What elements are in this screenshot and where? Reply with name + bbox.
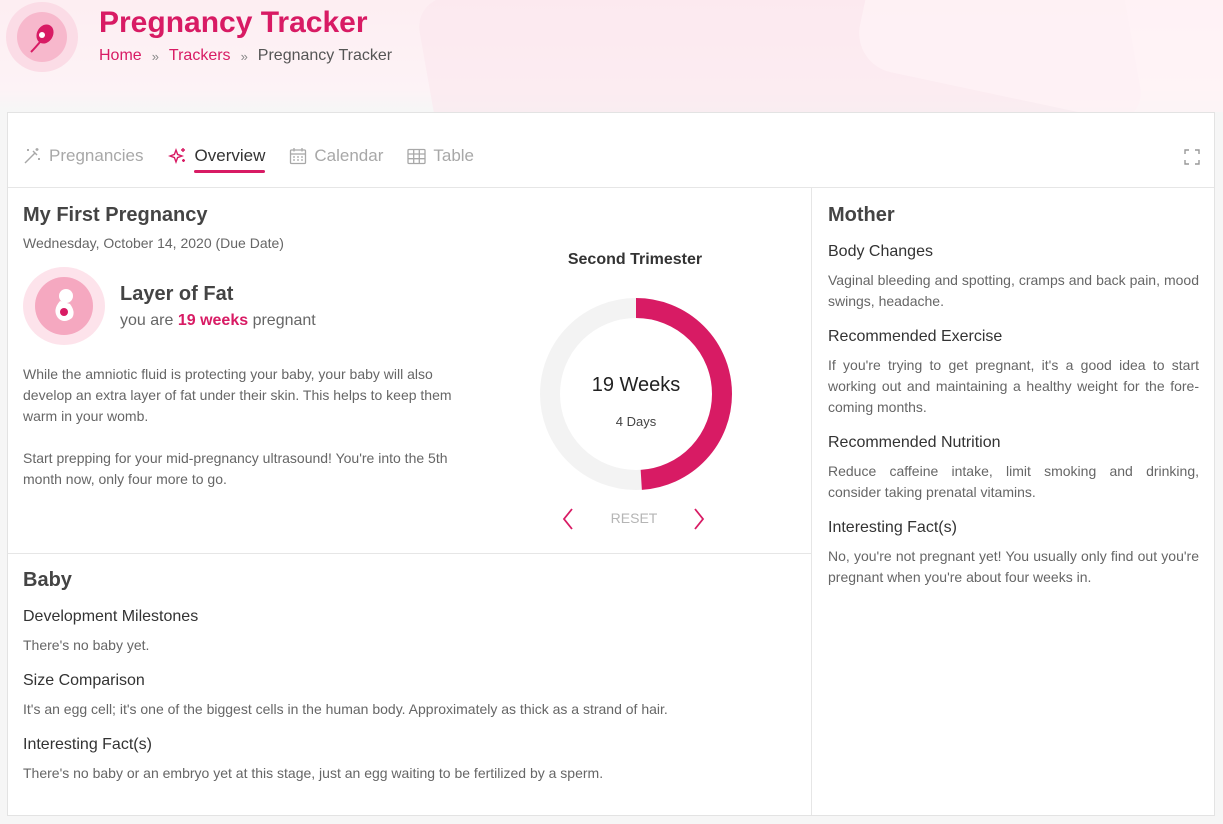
recommended-exercise-heading: Recommended Exercise xyxy=(828,328,1003,345)
baby-section-title: Baby xyxy=(23,569,72,591)
stage-title: Layer of Fat xyxy=(120,283,234,305)
pregnancy-name: My First Pregnancy xyxy=(23,204,208,226)
breadcrumb-separator-icon: » xyxy=(151,48,159,64)
reset-button[interactable]: RESET xyxy=(604,510,664,526)
recommended-nutrition-heading: Recommended Nutrition xyxy=(828,434,1001,451)
stage-prefix: you are xyxy=(120,312,174,329)
breadcrumb: Home » Trackers » Pregnancy Tracker xyxy=(99,47,392,65)
table-icon xyxy=(407,148,427,164)
body-changes-text: Vaginal bleeding and spotting, cramps an… xyxy=(828,272,1199,309)
trimester-label: Second Trimester xyxy=(567,251,703,268)
tab-label: Pregnancies xyxy=(49,146,144,165)
sparkles-icon xyxy=(167,147,185,165)
tab-label: Table xyxy=(433,146,475,165)
tab-label: Overview xyxy=(194,146,266,165)
body-changes-heading: Body Changes xyxy=(828,243,933,260)
mother-facts-heading: Interesting Fact(s) xyxy=(828,519,957,536)
progress-days: 4 Days xyxy=(615,414,657,429)
pregnancy-logo-icon xyxy=(6,2,78,72)
active-tab-indicator xyxy=(193,170,266,173)
stage-tip: Start prepping for your mid-pregnancy ul… xyxy=(23,450,448,487)
breadcrumb-current: Pregnancy Tracker xyxy=(257,47,393,64)
magic-wand-icon xyxy=(24,148,40,164)
fullscreen-icon xyxy=(1184,149,1200,165)
stage-suffix: pregnant xyxy=(252,312,316,329)
recommended-nutrition-text: Reduce caffeine intake, limit smoking an… xyxy=(828,463,1199,500)
next-week-button[interactable] xyxy=(692,507,706,536)
mother-section-title: Mother xyxy=(828,204,895,226)
stage-weeks: 19 weeks xyxy=(177,312,249,329)
divider xyxy=(811,188,812,815)
tab-bar: Pregnancies Overview Calendar Table xyxy=(22,143,498,173)
tab-calendar[interactable]: Calendar xyxy=(289,143,383,169)
recommended-exercise-text: If you're trying to get pregnant, it's a… xyxy=(828,357,1199,415)
size-comparison-text: It's an egg cell; it's one of the bigges… xyxy=(23,701,668,717)
breadcrumb-separator-icon: » xyxy=(240,48,248,64)
tab-table[interactable]: Table xyxy=(407,143,474,169)
mother-facts-text: No, you're not pregnant yet! You usually… xyxy=(828,548,1199,585)
chevron-left-icon xyxy=(562,508,573,530)
calendar-icon xyxy=(290,148,307,165)
fetus-icon xyxy=(23,267,105,345)
previous-week-button[interactable] xyxy=(561,507,575,536)
size-comparison-heading: Size Comparison xyxy=(23,672,145,689)
development-milestones-heading: Development Milestones xyxy=(23,608,199,625)
due-date: Wednesday, October 14, 2020 (Due Date) xyxy=(23,235,284,251)
progress-readout: 19 Weeks 4 Days xyxy=(538,296,734,492)
tab-pregnancies[interactable]: Pregnancies xyxy=(22,143,144,169)
tab-overview[interactable]: Overview xyxy=(167,143,266,173)
tracker-card: Pregnancies Overview Calendar Table My F… xyxy=(7,112,1215,816)
tab-label: Calendar xyxy=(314,146,384,165)
breadcrumb-trackers-link[interactable]: Trackers xyxy=(169,47,231,65)
baby-facts-heading: Interesting Fact(s) xyxy=(23,736,152,753)
divider xyxy=(8,187,1214,188)
progress-weeks: 19 Weeks xyxy=(591,374,681,396)
fullscreen-button[interactable] xyxy=(1184,149,1200,170)
page-title: Pregnancy Tracker xyxy=(99,6,368,39)
chevron-right-icon xyxy=(694,508,705,530)
stage-description: While the amniotic fluid is protecting y… xyxy=(23,366,452,424)
baby-facts-text: There's no baby or an embryo yet at this… xyxy=(23,765,604,781)
breadcrumb-home-link[interactable]: Home xyxy=(99,47,142,65)
stage-subtitle: you are 19 weeks pregnant xyxy=(120,312,316,330)
development-milestones-text: There's no baby yet. xyxy=(23,637,150,653)
divider xyxy=(8,553,811,554)
